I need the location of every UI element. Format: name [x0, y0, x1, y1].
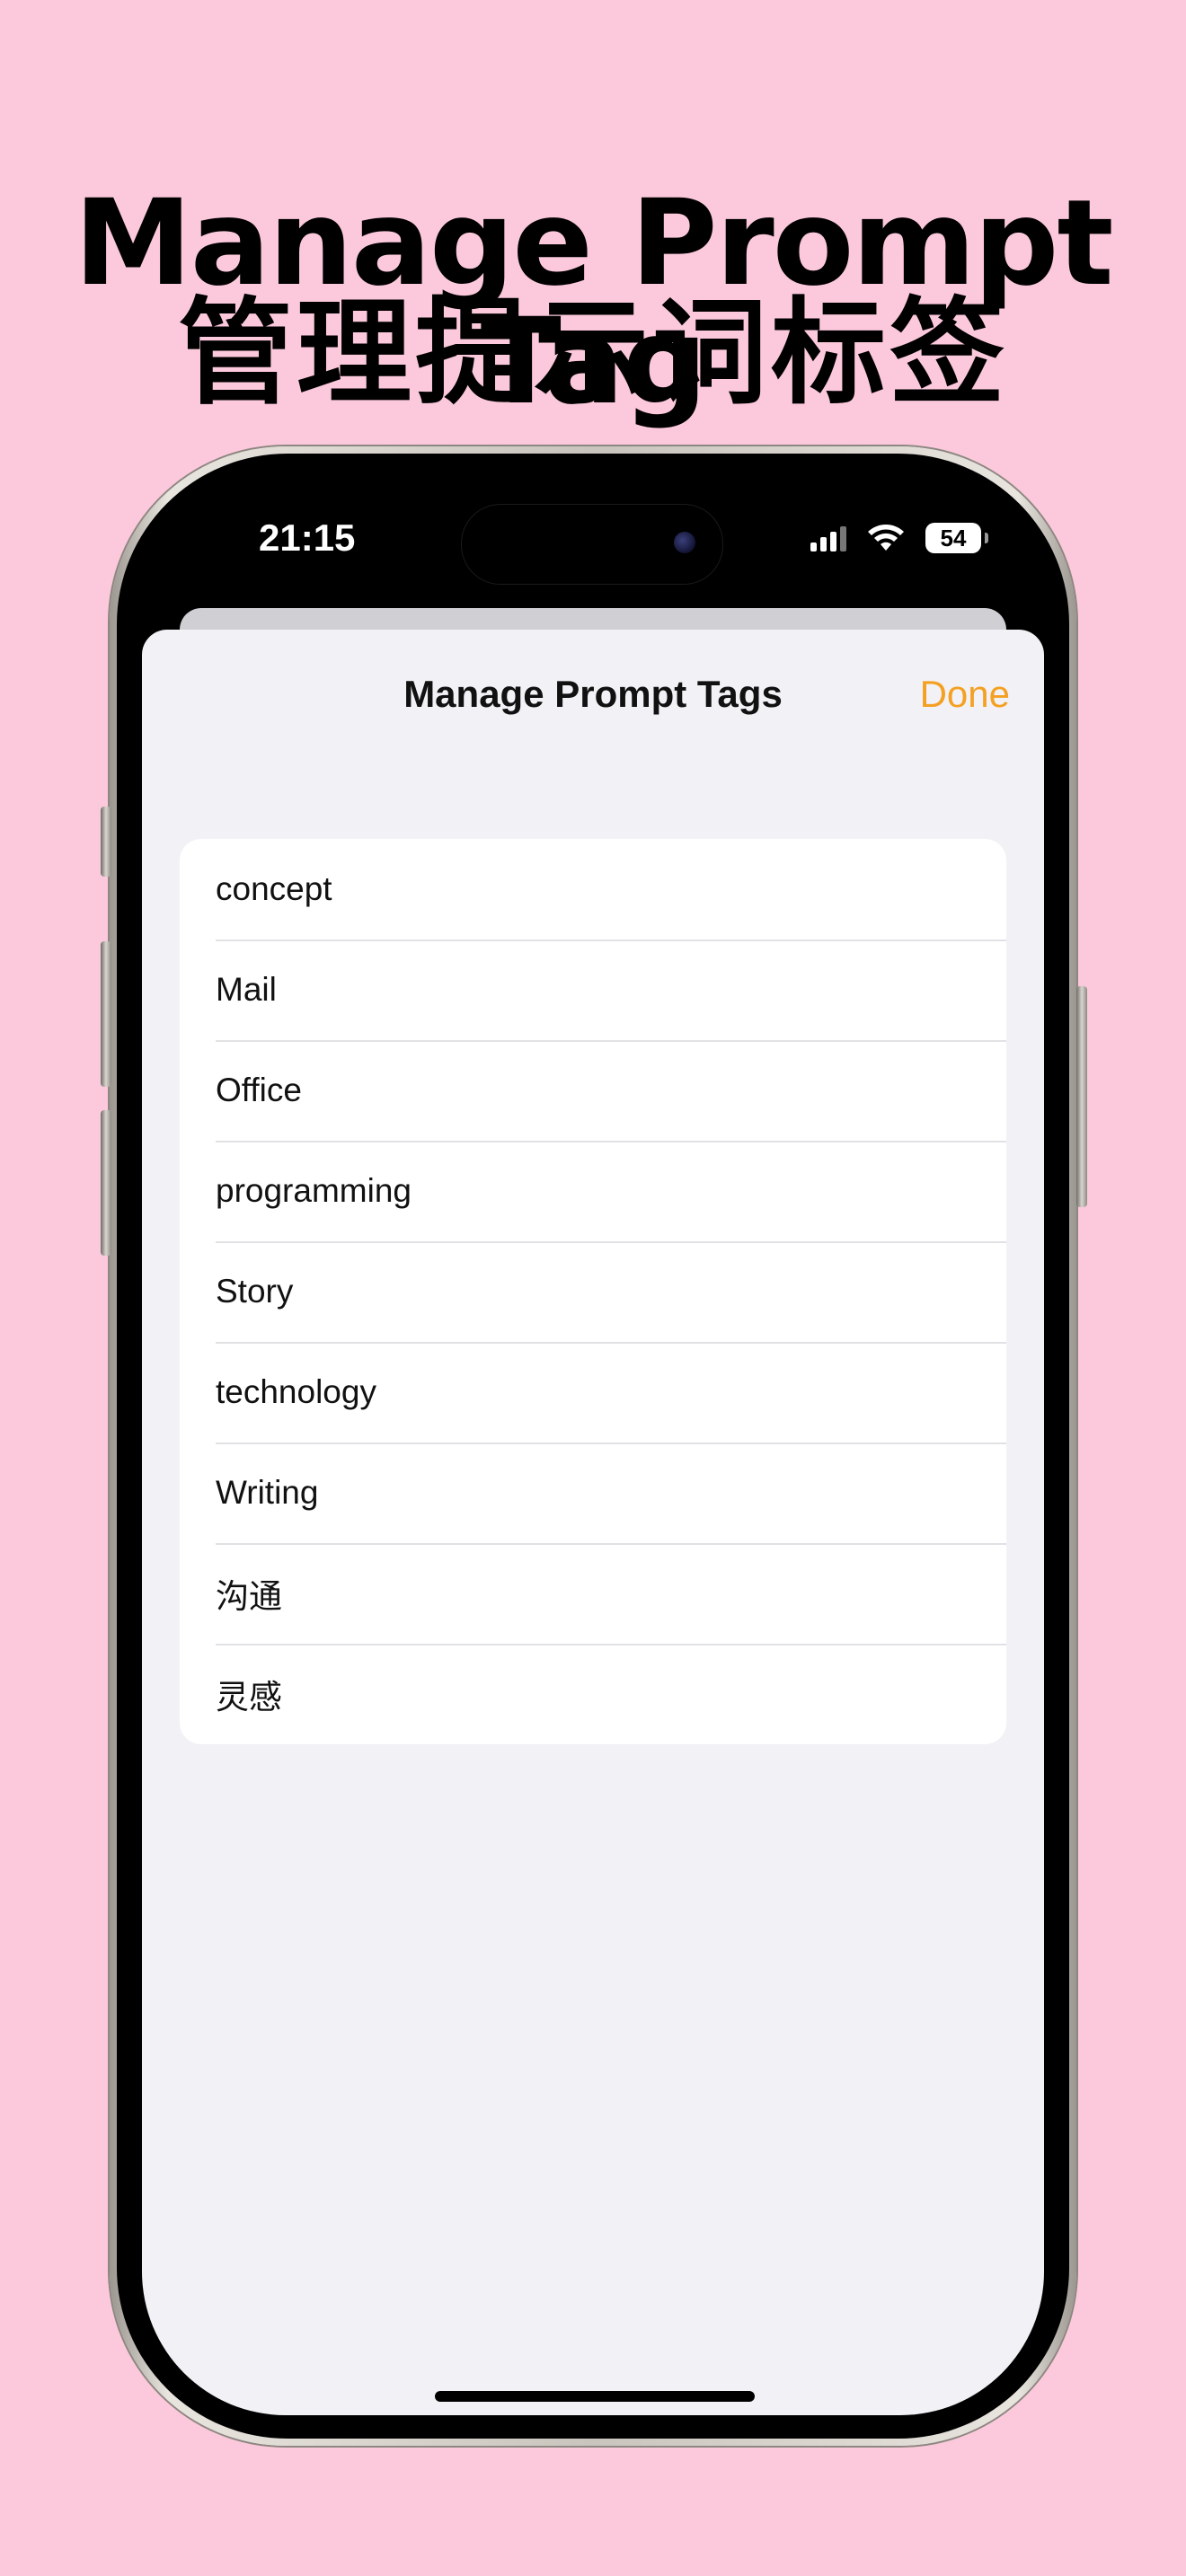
sheet-title: Manage Prompt Tags [403, 673, 783, 715]
home-indicator[interactable] [435, 2391, 755, 2402]
volume-down-button [101, 1110, 111, 1256]
list-item[interactable]: 灵感 [180, 1644, 1006, 1744]
list-item[interactable]: Mail [180, 940, 1006, 1040]
list-item[interactable]: programming [180, 1141, 1006, 1241]
done-button[interactable]: Done [920, 673, 1010, 716]
list-item[interactable]: Office [180, 1040, 1006, 1141]
list-item[interactable]: Writing [180, 1442, 1006, 1543]
manage-tags-sheet: Manage Prompt Tags Done concept Mail Off… [142, 630, 1044, 2415]
list-item[interactable]: 沟通 [180, 1543, 1006, 1644]
list-item[interactable]: concept [180, 839, 1006, 940]
cellular-signal-icon [810, 525, 846, 551]
battery-icon: 54 [925, 523, 988, 553]
list-item[interactable]: Story [180, 1241, 1006, 1342]
phone-screen: 21:15 54 Manage Prompt Tags Done concept… [142, 477, 1044, 2415]
dynamic-island [461, 504, 723, 585]
status-time: 21:15 [259, 516, 356, 559]
action-button [101, 807, 111, 877]
front-camera [674, 532, 695, 553]
promo-title-chinese: 管理提示词标签 [177, 287, 1008, 420]
list-item[interactable]: technology [180, 1342, 1006, 1442]
power-button [1076, 986, 1087, 1207]
volume-up-button [101, 941, 111, 1087]
wifi-icon [868, 525, 904, 551]
tag-list: concept Mail Office programming Story te… [180, 839, 1006, 1744]
status-icons: 54 [810, 522, 988, 554]
